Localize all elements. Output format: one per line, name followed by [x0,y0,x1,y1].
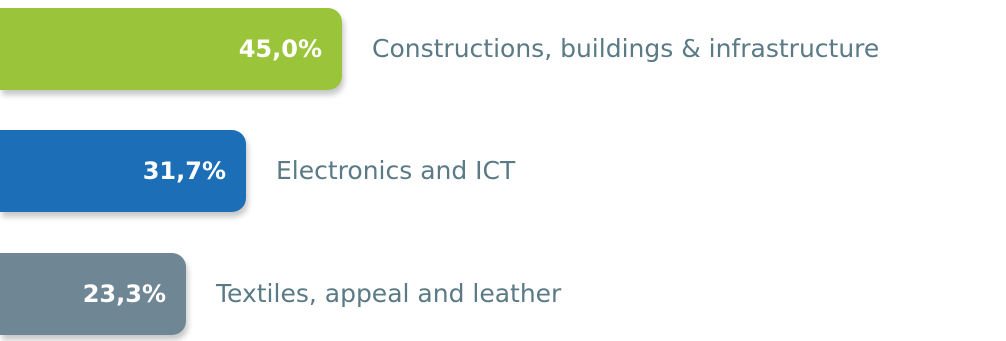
category-label: Constructions, buildings & infrastructur… [372,34,880,63]
bar: 31,7% [0,130,246,212]
category-label: Electronics and ICT [276,156,516,185]
bar: 45,0% [0,8,342,90]
category-label: Textiles, appeal and leather [216,279,562,308]
bar-value-label: 45,0% [238,35,322,63]
bar-value-label: 23,3% [82,280,166,308]
bar: 23,3% [0,253,186,335]
bar-value-label: 31,7% [142,157,226,185]
horizontal-bar-chart: 45,0% Constructions, buildings & infrast… [0,0,1006,341]
